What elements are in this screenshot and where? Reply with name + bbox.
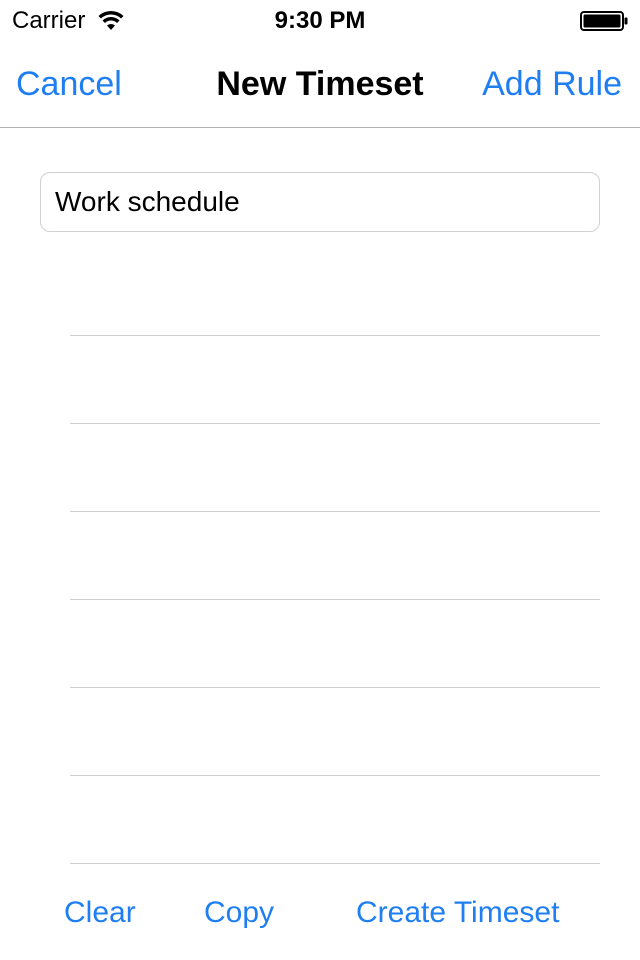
rule-row[interactable] [70, 688, 600, 776]
rule-list [70, 248, 600, 864]
rule-row[interactable] [70, 512, 600, 600]
create-timeset-button[interactable]: Create Timeset [356, 894, 559, 932]
battery-icon [580, 11, 628, 31]
cancel-button[interactable]: Cancel [16, 64, 122, 104]
timeset-name-input[interactable] [40, 172, 600, 232]
clock: 9:30 PM [274, 7, 366, 34]
rule-row[interactable] [70, 776, 600, 864]
copy-button[interactable]: Copy [204, 894, 274, 932]
clear-button[interactable]: Clear [64, 894, 136, 932]
screen: Carrier 9:30 PM Cancel New Timeset Add R… [0, 0, 640, 960]
navigation-bar: Cancel New Timeset Add Rule [0, 40, 640, 128]
rule-row[interactable] [70, 336, 600, 424]
rule-row[interactable] [70, 424, 600, 512]
rule-row[interactable] [70, 248, 600, 336]
rule-row[interactable] [70, 600, 600, 688]
add-rule-button[interactable]: Add Rule [482, 64, 622, 104]
status-bar: Carrier 9:30 PM [0, 0, 640, 40]
